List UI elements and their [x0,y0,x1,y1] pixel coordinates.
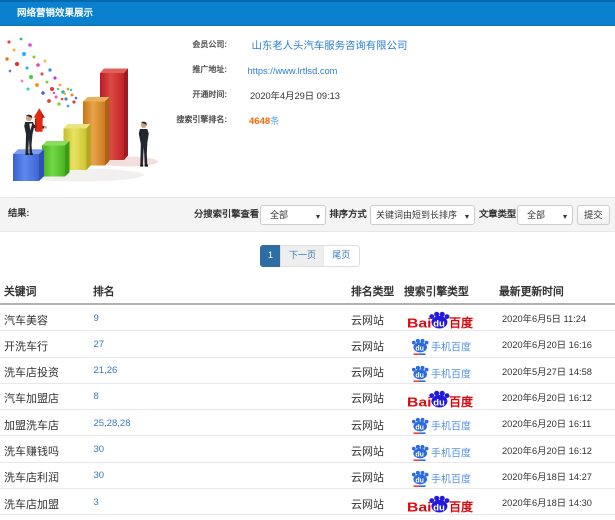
svg-text:du: du [415,477,424,484]
svg-text:百度: 百度 [449,315,474,330]
svg-text:百度: 百度 [449,499,474,514]
svg-text:Bai: Bai [407,394,432,409]
svg-text:手机百度: 手机百度 [431,367,471,380]
svg-text:du: du [415,451,424,458]
svg-text:du: du [433,318,445,329]
svg-text:du: du [415,372,424,379]
svg-text:手机百度: 手机百度 [431,472,471,485]
svg-text:Bai: Bai [407,500,432,515]
svg-text:du: du [433,397,445,408]
svg-text:手机百度: 手机百度 [431,446,471,459]
svg-text:百度: 百度 [449,394,474,409]
svg-text:du: du [415,346,424,353]
svg-text:du: du [415,425,424,432]
svg-text:手机百度: 手机百度 [431,419,471,432]
svg-text:手机百度: 手机百度 [431,341,471,354]
svg-text:du: du [433,502,445,513]
svg-text:Bai: Bai [407,316,432,331]
